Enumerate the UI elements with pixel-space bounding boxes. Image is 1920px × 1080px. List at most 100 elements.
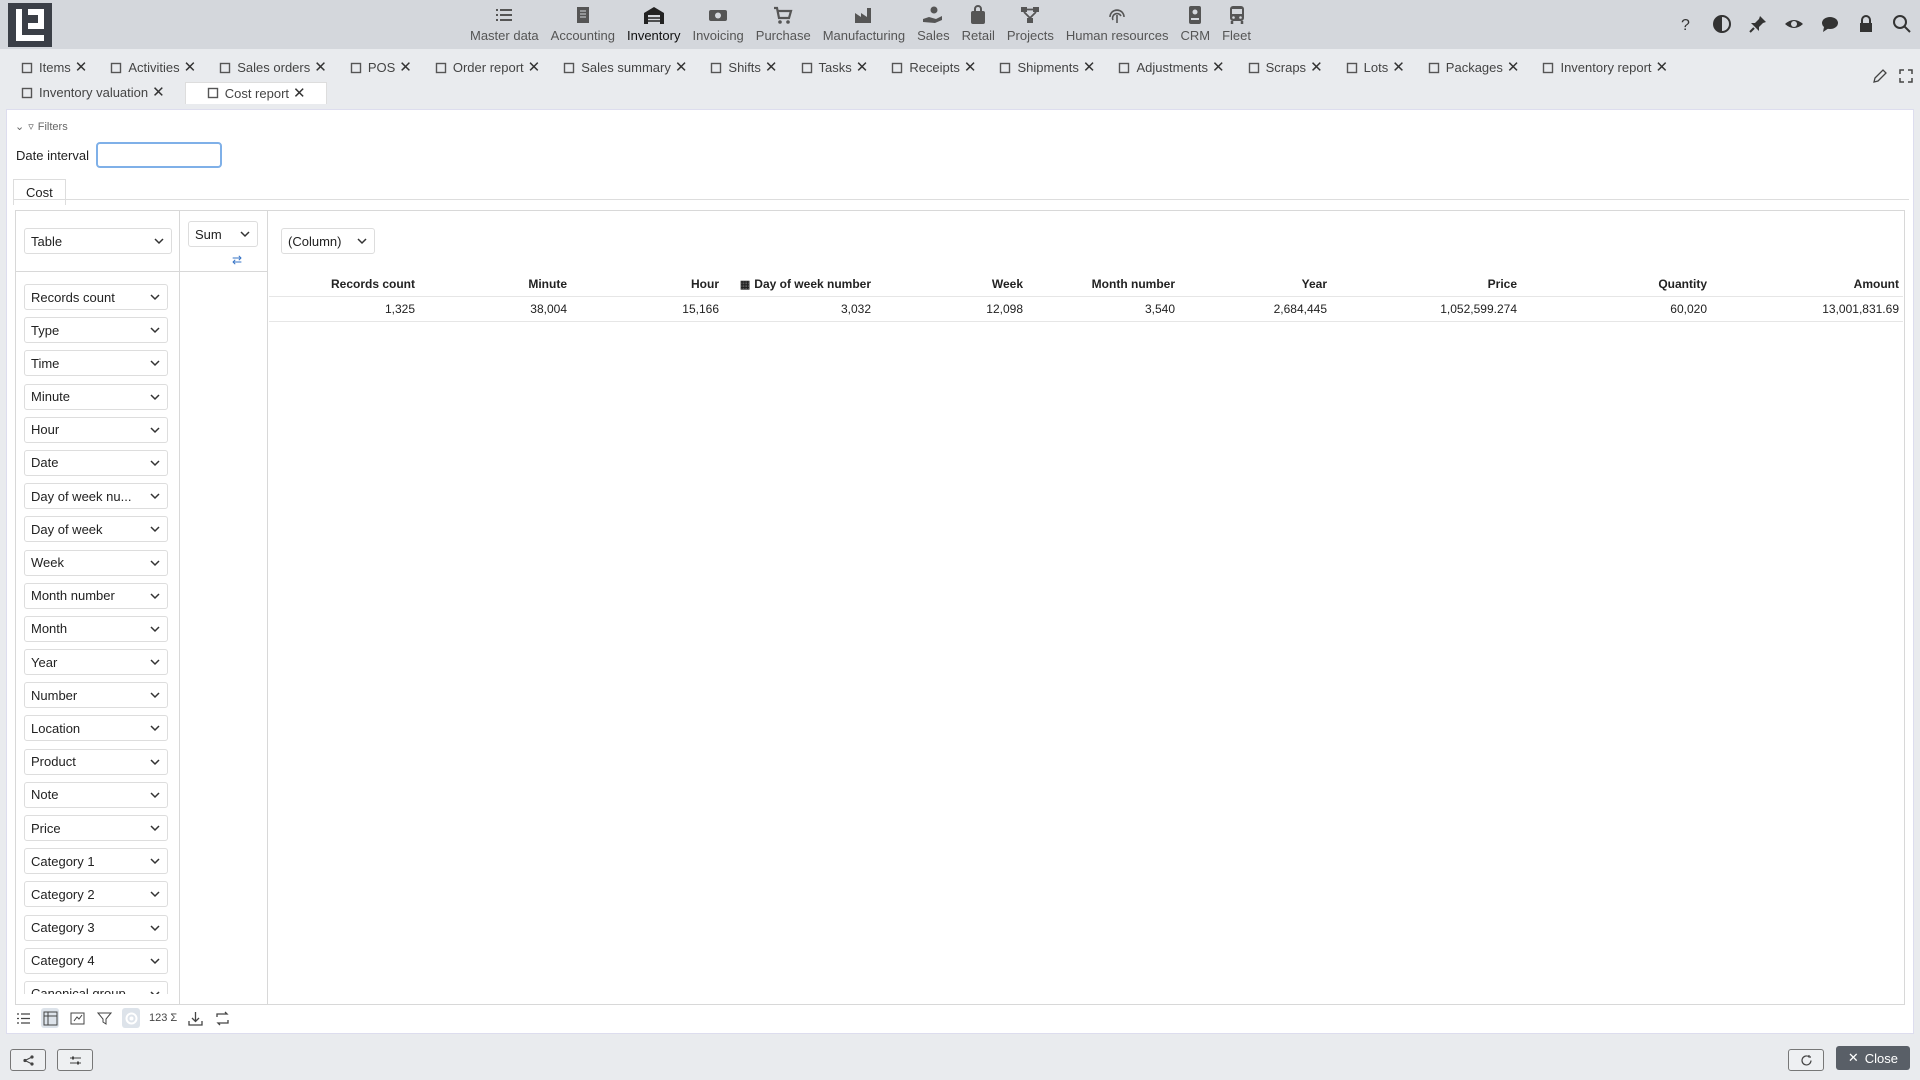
refresh-cycle-icon[interactable] [213,1008,231,1028]
module-crm[interactable]: CRM [1174,0,1216,49]
module-sales[interactable]: Sales [911,0,956,49]
tab-inventory-report[interactable]: Inventory report ✕ [1541,60,1668,75]
close-icon[interactable]: ✕ [528,60,541,75]
close-icon[interactable]: ✕ [314,60,327,75]
settings-icon[interactable] [122,1008,140,1028]
edit-icon[interactable] [1872,68,1888,87]
tab-activities[interactable]: Activities ✕ [109,60,196,75]
share-button[interactable] [10,1049,46,1071]
search-icon[interactable] [1890,12,1914,36]
column-header[interactable]: Year [1179,277,1331,291]
pivot-field-select[interactable]: Category 2 [24,881,168,908]
tab-packages[interactable]: Packages ✕ [1427,60,1520,75]
close-icon[interactable]: ✕ [765,60,778,75]
module-retail[interactable]: Retail [956,0,1001,49]
pivot-field-select[interactable]: Type [24,317,168,344]
pivot-field-select[interactable]: Number [24,682,168,709]
pivot-field-select[interactable]: Product [24,748,168,775]
column-header[interactable]: Price [1331,277,1521,291]
download-icon[interactable] [186,1008,204,1028]
column-header[interactable]: Records count [269,277,419,291]
reload-button[interactable] [1788,1049,1824,1071]
date-interval-input[interactable] [96,142,222,168]
pivot-field-select[interactable]: Date [24,449,168,476]
close-icon[interactable]: ✕ [1507,60,1520,75]
column-header[interactable]: Amount [1711,277,1903,291]
close-icon[interactable]: ✕ [1083,60,1096,75]
pivot-field-select[interactable]: Category 1 [24,848,168,875]
close-button[interactable]: ✕ Close [1835,1046,1910,1070]
filter-icon[interactable] [95,1008,113,1028]
close-icon[interactable]: ✕ [856,60,869,75]
module-master-data[interactable]: Master data [464,0,545,49]
tab-sales-summary[interactable]: Sales summary ✕ [562,60,687,75]
close-icon[interactable]: ✕ [1310,60,1323,75]
tab-pos[interactable]: POS ✕ [349,60,412,75]
tab-adjustments[interactable]: Adjustments ✕ [1117,60,1225,75]
chart-view-icon[interactable] [68,1008,86,1028]
list-view-icon[interactable] [14,1008,32,1028]
pivot-field-select[interactable]: Category 3 [24,914,168,941]
help-icon[interactable]: ? [1674,12,1698,36]
module-purchase[interactable]: Purchase [750,0,817,49]
app-logo[interactable] [8,3,52,47]
pivot-field-select[interactable]: Location [24,715,168,742]
pivot-field-select[interactable]: Hour [24,416,168,443]
pivot-field-select[interactable]: Year [24,649,168,676]
pivot-field-select[interactable]: Canonical group [24,980,168,994]
tab-cost[interactable]: Cost [13,179,66,205]
close-icon[interactable]: ✕ [152,85,165,100]
chat-icon[interactable] [1818,12,1842,36]
column-header[interactable]: Quantity [1521,277,1711,291]
pivot-field-select[interactable]: Note [24,781,168,808]
tab-shipments[interactable]: Shipments ✕ [998,60,1095,75]
module-accounting[interactable]: Accounting [545,0,621,49]
module-invoicing[interactable]: Invoicing [686,0,749,49]
tab-lots[interactable]: Lots ✕ [1345,60,1405,75]
pivot-field-select[interactable]: Week [24,549,168,576]
pivot-field-select[interactable]: Time [24,350,168,377]
column-header[interactable]: ▦ Day of week number [723,277,875,291]
tab-cost-report[interactable]: Cost report ✕ [184,81,327,104]
pivot-view-icon[interactable] [41,1008,59,1028]
close-icon[interactable]: ✕ [1212,60,1225,75]
tab-sales-orders[interactable]: Sales orders ✕ [218,60,327,75]
filters-toggle[interactable]: ⌄ ▿ Filters [15,120,68,134]
options-button[interactable] [57,1049,93,1071]
close-icon[interactable]: ✕ [675,60,688,75]
pivot-field-select[interactable]: Day of week nu... [24,483,168,510]
pivot-field-select[interactable]: Category 4 [24,947,168,974]
swap-icon[interactable]: ⇄ [232,253,242,267]
tab-items[interactable]: Items ✕ [20,60,87,75]
pivot-field-select[interactable]: Price [24,815,168,841]
tab-tasks[interactable]: Tasks ✕ [800,60,869,75]
column-select[interactable]: (Column) [281,228,375,254]
close-icon[interactable]: ✕ [964,60,977,75]
pin-icon[interactable] [1746,12,1770,36]
lock-icon[interactable] [1854,12,1878,36]
pivot-field-select[interactable]: Day of week [24,516,168,543]
module-fleet[interactable]: Fleet [1216,0,1257,49]
pivot-field-select[interactable]: Month number [24,582,168,609]
view-select[interactable]: Table [24,228,172,254]
module-manufacturing[interactable]: Manufacturing [817,0,911,49]
pivot-field-select[interactable]: Records count [24,284,168,310]
tab-inventory-valuation[interactable]: Inventory valuation ✕ [20,85,165,100]
tab-order-report[interactable]: Order report ✕ [434,60,540,75]
close-icon[interactable]: ✕ [293,86,306,101]
number-format-button[interactable]: 123 Σ [149,1008,177,1028]
pivot-field-select[interactable]: Minute [24,383,168,410]
close-icon[interactable]: ✕ [184,60,197,75]
contrast-icon[interactable] [1710,12,1734,36]
fullscreen-icon[interactable] [1898,68,1914,87]
aggregate-select[interactable]: Sum [188,221,258,247]
tab-receipts[interactable]: Receipts ✕ [890,60,976,75]
close-icon[interactable]: ✕ [75,60,88,75]
column-header[interactable]: Week [875,277,1027,291]
close-icon[interactable]: ✕ [1392,60,1405,75]
module-human-resources[interactable]: Human resources [1060,0,1175,49]
tab-scraps[interactable]: Scraps ✕ [1247,60,1323,75]
tab-shifts[interactable]: Shifts ✕ [709,60,778,75]
close-icon[interactable]: ✕ [1656,60,1669,75]
eye-icon[interactable] [1782,12,1806,36]
